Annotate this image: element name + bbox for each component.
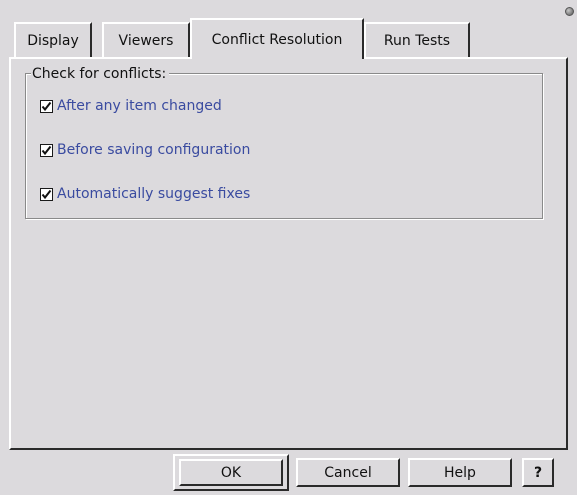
tab-viewers-label: Viewers xyxy=(118,33,174,49)
checkbox-automatically-suggest-fixes[interactable]: Automatically suggest fixes xyxy=(40,186,250,202)
tab-run-tests[interactable]: Run Tests xyxy=(364,22,470,58)
conflict-resolution-panel: Check for conflicts: After any item chan… xyxy=(9,57,568,450)
checkbox-label: Automatically suggest fixes xyxy=(57,186,251,202)
context-help-button[interactable]: ? xyxy=(522,458,554,487)
checkmark-icon xyxy=(41,189,52,199)
checkbox-box[interactable] xyxy=(40,99,53,113)
context-help-label: ? xyxy=(533,464,543,481)
check-for-conflicts-group: Check for conflicts: After any item chan… xyxy=(25,66,543,219)
checkbox-before-saving-configuration[interactable]: Before saving configuration xyxy=(40,142,250,158)
help-button-label: Help xyxy=(444,464,476,481)
close-icon[interactable] xyxy=(565,7,574,16)
checkbox-box[interactable] xyxy=(40,187,53,201)
cancel-button[interactable]: Cancel xyxy=(296,458,400,487)
checkbox-label: After any item changed xyxy=(57,98,222,114)
ok-button-label: OK xyxy=(220,464,242,481)
checkbox-label: Before saving configuration xyxy=(57,142,251,158)
group-title: Check for conflicts: xyxy=(31,66,170,82)
checkbox-box[interactable] xyxy=(40,143,53,157)
tab-viewers[interactable]: Viewers xyxy=(102,22,190,58)
tab-display[interactable]: Display xyxy=(14,22,92,58)
ok-button[interactable]: OK xyxy=(179,459,283,486)
tab-conflict-resolution-label: Conflict Resolution xyxy=(211,31,343,48)
checkmark-icon xyxy=(41,145,52,155)
cancel-button-label: Cancel xyxy=(324,464,372,481)
tab-conflict-resolution[interactable]: Conflict Resolution xyxy=(190,18,364,59)
checkbox-after-any-item-changed[interactable]: After any item changed xyxy=(40,98,222,114)
tab-run-tests-label: Run Tests xyxy=(383,33,451,49)
help-button[interactable]: Help xyxy=(408,458,512,487)
checkmark-icon xyxy=(41,101,52,111)
preferences-dialog: Display Viewers Conflict Resolution Run … xyxy=(0,0,577,495)
tab-display-label: Display xyxy=(27,33,79,49)
